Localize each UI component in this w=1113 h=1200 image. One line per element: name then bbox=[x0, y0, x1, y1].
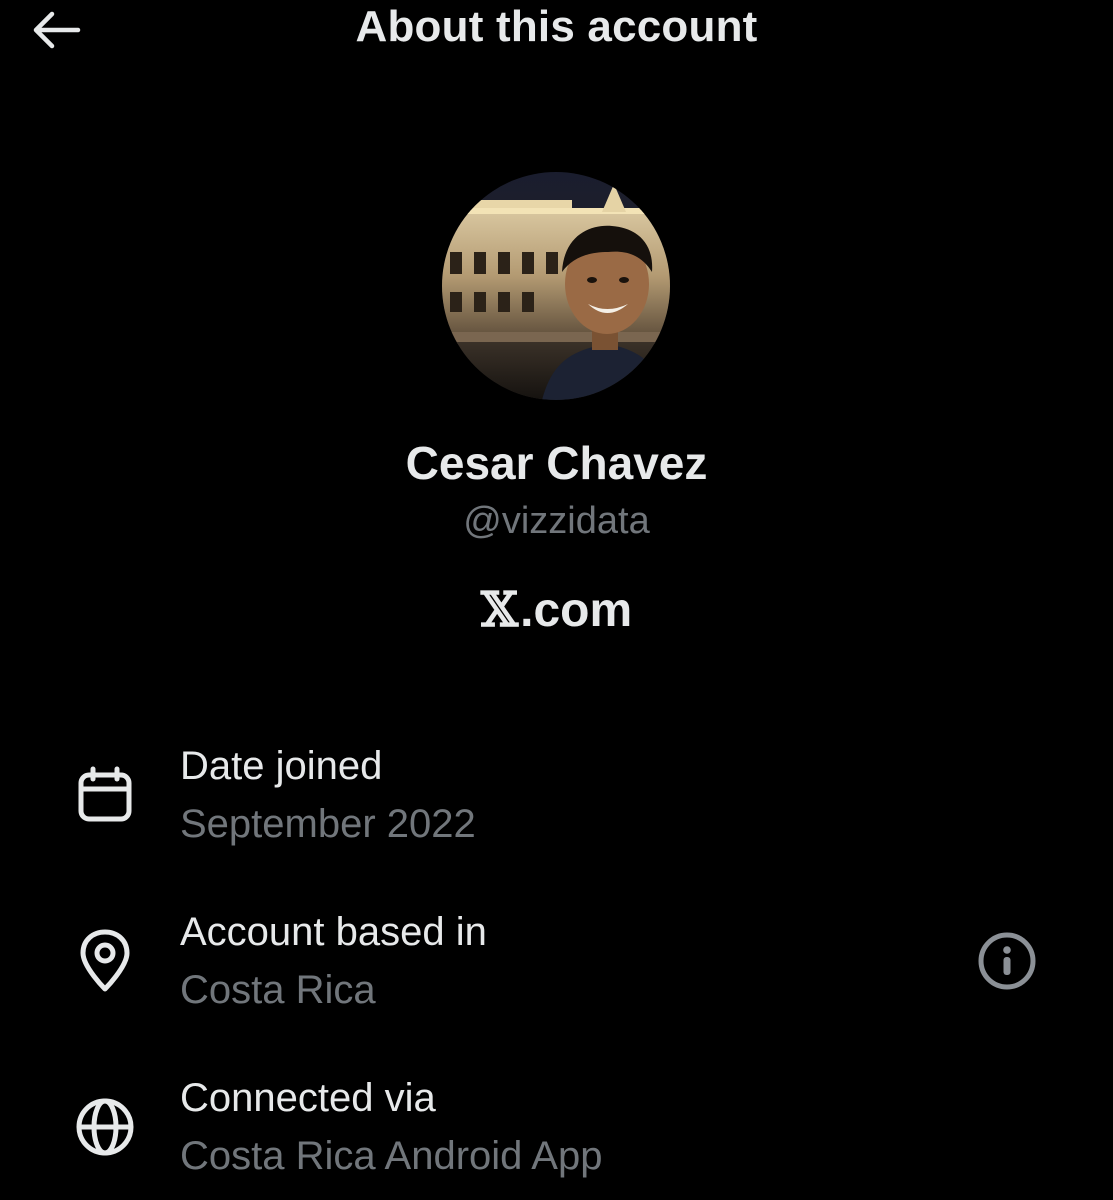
location-pin-icon bbox=[72, 928, 138, 994]
detail-value: Costa Rica Android App bbox=[180, 1134, 603, 1178]
globe-icon bbox=[72, 1094, 138, 1160]
detail-value: Costa Rica bbox=[180, 968, 376, 1012]
detail-label: Connected via bbox=[180, 1076, 436, 1120]
detail-row-date-joined: Date joined September 2022 bbox=[0, 740, 1113, 860]
site-domain-suffix: .com bbox=[520, 583, 633, 637]
x-logo-icon: 𝕏 bbox=[480, 582, 519, 638]
calendar-icon bbox=[72, 762, 138, 828]
username-handle: @vizzidata bbox=[463, 500, 650, 542]
display-name: Cesar Chavez bbox=[405, 437, 708, 489]
detail-row-connected-via: Connected via Costa Rica Android App bbox=[0, 1072, 1113, 1192]
detail-value: September 2022 bbox=[180, 802, 476, 846]
avatar[interactable] bbox=[442, 172, 670, 400]
top-bar: About this account bbox=[0, 0, 1113, 60]
site-domain: 𝕏 .com bbox=[0, 582, 1113, 638]
detail-label: Date joined bbox=[180, 744, 383, 788]
detail-label: Account based in bbox=[180, 910, 487, 954]
detail-row-account-based-in: Account based in Costa Rica bbox=[0, 906, 1113, 1026]
page-title: About this account bbox=[355, 2, 758, 51]
info-icon bbox=[978, 932, 1036, 990]
info-button[interactable] bbox=[976, 930, 1038, 992]
avatar-photo bbox=[442, 172, 670, 400]
